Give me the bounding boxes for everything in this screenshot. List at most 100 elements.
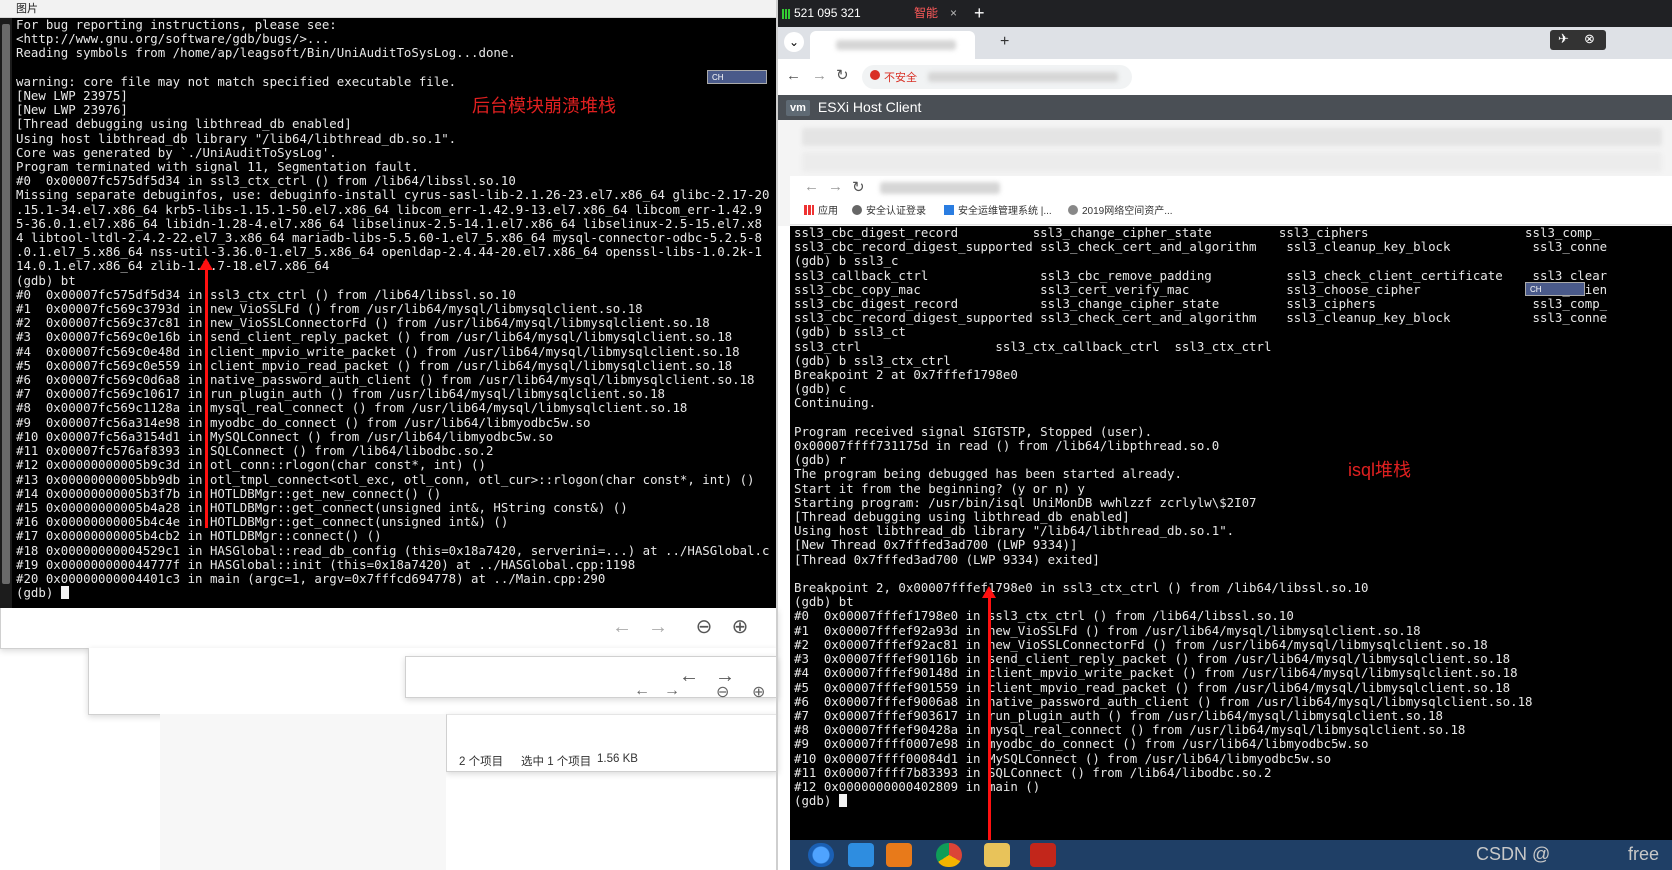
left-terminal-line: #8 0x00007fc569c1128a in mysql_real_conn… xyxy=(16,400,688,416)
viewer-back-button[interactable]: ← xyxy=(609,612,635,642)
right-terminal-line: Breakpoint 2 at 0x7fffef1798e0 xyxy=(794,367,1018,383)
right-terminal-line: #4 0x00007fffef90148d in client_mpvio_wr… xyxy=(794,665,1518,681)
esxi-header: vm ESXi Host Client xyxy=(778,95,1672,120)
tab-menu-chevron-icon[interactable]: ⌄ xyxy=(784,32,804,52)
left-terminal-line: Program terminated with signal 11, Segme… xyxy=(16,159,419,175)
insecure-label: 不安全 xyxy=(884,72,917,84)
browser-back-icon[interactable]: ← xyxy=(786,67,801,84)
right-terminal-line: #2 0x00007fffef92ac81 in new_VioSSLConne… xyxy=(794,636,1488,652)
pin-icon[interactable]: ✈ xyxy=(1558,31,1569,47)
windows-taskbar: CSDN @ free xyxy=(790,840,1672,870)
left-terminal[interactable]: For bug reporting instructions, please s… xyxy=(0,18,776,608)
csdn-watermark: CSDN @ xyxy=(1476,844,1551,864)
right-terminal-line: #0 0x00007fffef1798e0 in ssl3_ctx_ctrl (… xyxy=(794,608,1294,624)
remote-forward-icon[interactable]: → xyxy=(828,178,843,195)
chrome-icon[interactable] xyxy=(936,843,962,867)
bookmark-cyberspace[interactable]: 2019网络空间资产... xyxy=(1068,200,1173,224)
remote-reload-icon[interactable]: ↻ xyxy=(852,178,865,196)
browser-new-tab-button[interactable]: + xyxy=(1000,33,1009,51)
explorer-partial-nav: ← → ⊖ ⊕ xyxy=(620,682,776,706)
tab-smart[interactable]: 智能 xyxy=(914,0,938,27)
right-terminal-line: ssl3_cbc_digest_record ssl3_change_ciphe… xyxy=(794,296,1608,312)
right-terminal-line: (gdb) xyxy=(794,793,839,809)
bookmarks-bar: 应用 安全认证登录 安全运维管理系统 |... 2019网络空间资产... xyxy=(790,200,1672,225)
ie-browser-icon[interactable] xyxy=(848,843,874,867)
right-terminal-line: 0x00007ffff731175d in read () from /lib6… xyxy=(794,438,1220,454)
window-controls[interactable]: ✈ ⊗ xyxy=(1550,30,1606,50)
left-terminal-line: Using host libthread_db library "/lib64/… xyxy=(16,130,457,146)
active-tab[interactable] xyxy=(810,31,975,59)
ime-toolbar-right[interactable]: CH xyxy=(1525,282,1585,296)
right-terminal-line: [New Thread 0x7fffed3ad700 (LWP 9334)] xyxy=(794,537,1078,553)
left-terminal-scroll-thumb[interactable] xyxy=(2,24,10,584)
right-terminal-line: #5 0x00007fffef901559 in client_mpvio_re… xyxy=(794,679,1511,695)
left-terminal-line: Core was generated by `./UniAuditToSysLo… xyxy=(16,144,337,160)
right-terminal-line: Starting program: /usr/bin/isql UniMonDB… xyxy=(794,494,1257,510)
address-bar[interactable]: 不安全 xyxy=(862,65,1132,89)
close-circle-icon[interactable]: ⊗ xyxy=(1584,31,1595,47)
insecure-warning-icon xyxy=(870,70,880,80)
left-terminal-line: For bug reporting instructions, please s… xyxy=(16,18,337,32)
bookmark-apps[interactable]: 应用 xyxy=(804,200,838,224)
right-arrow-head xyxy=(982,586,996,598)
bookmark-ops-system[interactable]: 安全运维管理系统 |... xyxy=(944,200,1052,224)
right-terminal-line: ssl3_ctrl ssl3_ctx_callback_ctrl ssl3_ct… xyxy=(794,338,1272,354)
status-selected: 选中 1 个项目 xyxy=(521,756,592,768)
right-terminal-line: #9 0x00007ffff0007e98 in myodbc_do_conne… xyxy=(794,736,1369,752)
right-terminal-line: (gdb) b ssl3_ct xyxy=(794,324,906,340)
apps-grid-icon xyxy=(804,205,814,215)
zoom-in-icon[interactable]: ⊕ xyxy=(727,612,753,642)
monitor-icon xyxy=(944,205,954,215)
explorer-left-pane xyxy=(160,714,446,870)
left-terminal-line: #14 0x00000000005b3f7b in HOTLDBMgr::get… xyxy=(16,485,442,501)
left-terminal-scrollbar[interactable] xyxy=(0,18,12,608)
left-terminal-line: Reading symbols from /home/ap/leagsoft/B… xyxy=(16,45,516,61)
right-terminal-line: (gdb) b ssl3_c xyxy=(794,253,899,269)
left-terminal-line: #0 0x00007fc575df5d34 in ssl3_ctx_ctrl (… xyxy=(16,286,516,302)
filezilla-icon[interactable] xyxy=(1030,843,1056,867)
bookmark-auth-login[interactable]: 安全认证登录 xyxy=(852,200,926,224)
right-annotation-label: isql堆栈 xyxy=(1348,460,1412,480)
partial-forward-button[interactable]: → xyxy=(664,682,680,700)
right-terminal-line: The program being debugged has been star… xyxy=(794,466,1182,482)
remote-back-icon[interactable]: ← xyxy=(804,178,819,195)
left-terminal-line: #11 0x00007fc576af8393 in SQLConnect () … xyxy=(16,443,494,459)
globe-icon xyxy=(1068,205,1078,215)
right-arrow-shaft xyxy=(988,596,991,840)
left-terminal-output: For bug reporting instructions, please s… xyxy=(0,18,776,600)
remote-toolbar-blurred xyxy=(802,152,1662,172)
ime-toolbar[interactable]: CH xyxy=(707,70,767,84)
remote-browser-nav: ← → ↻ xyxy=(790,176,1672,200)
terminal-cursor xyxy=(60,586,69,600)
left-terminal-line: #10 0x00007fc56a3154d1 in MySQLConnect (… xyxy=(16,428,554,444)
browser-reload-icon[interactable]: ↻ xyxy=(836,66,849,84)
tab-close-icon[interactable]: × xyxy=(950,0,957,27)
right-terminal-line: ssl3_cbc_record_digest_supported ssl3_ch… xyxy=(794,239,1608,255)
partial-zoom-out-icon[interactable]: ⊖ xyxy=(716,682,729,702)
left-terminal-line: Missing separate debuginfos, use: debugi… xyxy=(16,187,770,203)
zoom-out-icon[interactable]: ⊖ xyxy=(691,612,717,642)
right-terminal-line: #10 0x00007ffff00084d1 in MySQLConnect (… xyxy=(794,750,1332,766)
new-tab-button[interactable]: + xyxy=(974,0,985,27)
media-player-icon[interactable] xyxy=(886,843,912,867)
right-terminal-line: ssl3_cbc_digest_record ssl3_change_ciphe… xyxy=(794,226,1600,240)
left-terminal-line: #5 0x00007fc569c0e559 in client_mpvio_re… xyxy=(16,357,733,373)
address-url-blurred xyxy=(928,72,1118,82)
watermark-user: free xyxy=(1628,844,1660,864)
right-top-tabstrip: 521 095 321 智能 × + xyxy=(778,0,1672,27)
file-explorer-icon[interactable] xyxy=(984,843,1010,867)
image-viewer-toolbar: ← → ⊖ ⊕ xyxy=(0,608,778,649)
right-terminal[interactable]: ssl3_cbc_digest_record ssl3_change_ciphe… xyxy=(790,226,1672,840)
terminal-cursor xyxy=(838,794,847,808)
browser-forward-icon[interactable]: → xyxy=(812,67,827,84)
left-terminal-line: #18 0x00000000004529c1 in HASGlobal::rea… xyxy=(16,542,770,558)
start-button-icon[interactable] xyxy=(808,843,834,867)
left-terminal-line: #7 0x00007fc569c10617 in run_plugin_auth… xyxy=(16,386,666,402)
left-terminal-line: <http://www.gnu.org/software/gdb/bugs/>.… xyxy=(16,31,330,47)
browser-address-row: ← → ↻ 不安全 xyxy=(778,59,1672,96)
partial-zoom-in-icon[interactable]: ⊕ xyxy=(752,682,765,702)
partial-back-button[interactable]: ← xyxy=(634,682,650,700)
left-terminal-line: .0.1.el7_5.x86_64 nss-util-3.36.0-1.el7_… xyxy=(16,244,762,260)
viewer-forward-button[interactable]: → xyxy=(645,612,671,642)
left-arrow-head xyxy=(199,258,213,270)
